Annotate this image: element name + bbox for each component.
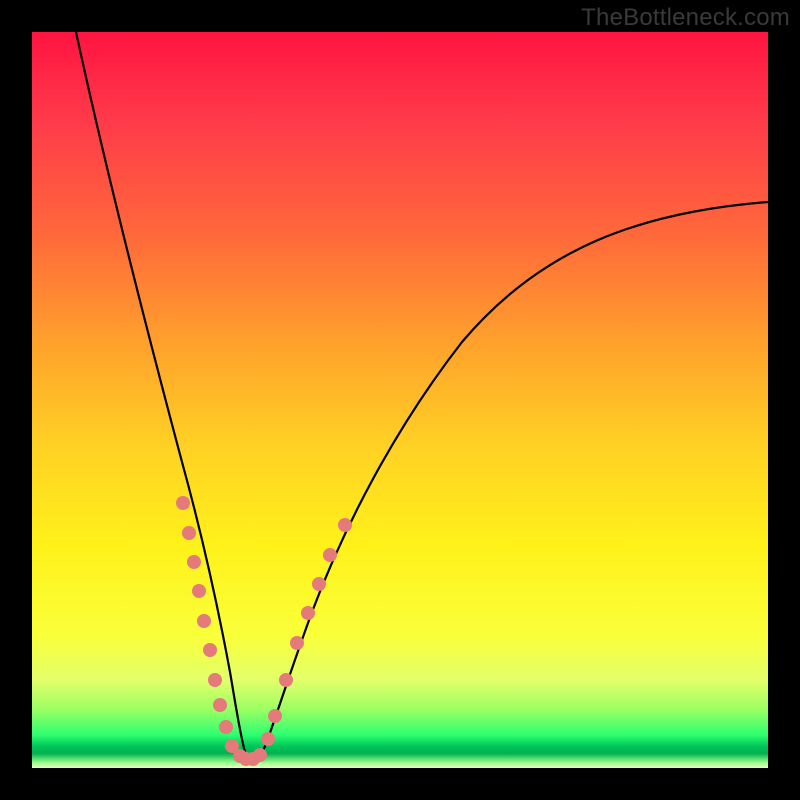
curve-svg <box>32 32 768 768</box>
watermark-text: TheBottleneck.com <box>581 4 790 32</box>
curve-right-branch <box>252 202 768 762</box>
chart-plot-area <box>32 32 768 768</box>
chart-frame: TheBottleneck.com <box>0 0 800 800</box>
marker-dots <box>176 496 352 766</box>
curve-left-branch <box>76 32 252 762</box>
